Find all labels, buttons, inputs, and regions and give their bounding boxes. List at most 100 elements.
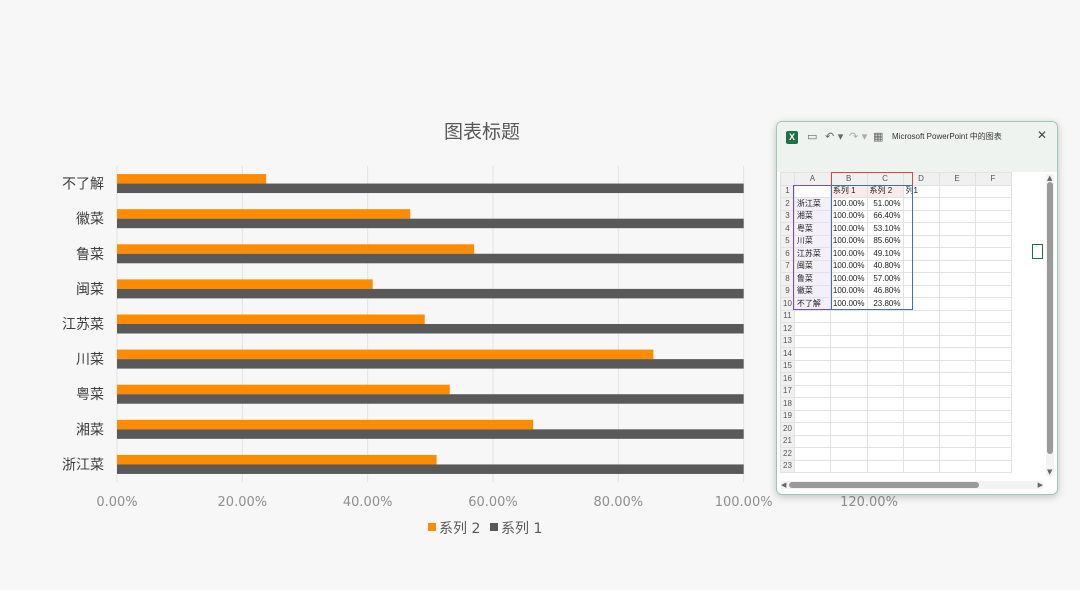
spreadsheet-cell[interactable]: 100.00% [829,222,868,236]
bar-series2[interactable] [117,244,475,254]
spreadsheet-cell[interactable] [974,397,1012,411]
spreadsheet-cell[interactable] [902,347,940,361]
bar-series2[interactable] [117,279,373,289]
spreadsheet-cell[interactable] [974,209,1012,223]
spreadsheet-cell[interactable] [938,322,976,336]
column-header[interactable]: C [866,172,904,186]
spreadsheet-cell[interactable] [902,247,940,261]
spreadsheet-cell[interactable] [829,447,868,461]
spreadsheet-cell[interactable]: 100.00% [829,284,868,298]
spreadsheet-cell[interactable] [902,309,940,323]
spreadsheet-cell[interactable] [938,459,976,473]
row-header[interactable]: 4 [780,222,795,236]
spreadsheet-cell[interactable] [793,184,831,198]
spreadsheet-cell[interactable] [793,397,831,411]
row-header[interactable]: 21 [780,434,795,448]
bar-series1[interactable] [117,288,744,299]
row-header[interactable]: 13 [780,334,795,348]
spreadsheet-cell[interactable]: 53.10% [866,222,904,236]
row-header[interactable]: 2 [780,197,795,211]
spreadsheet-table[interactable]: ABCDEF 1 系列 1 系列 2 列1 2 浙江菜 100.00% 51.00% 3 湘菜 10… [780,172,1012,473]
excel-data-window[interactable]: X ▭ ↶ ▾ ↷ ▾ ▦ Microsoft PowerPoint 中的图表 … [776,121,1058,495]
bar-series1[interactable] [117,324,744,334]
column-header[interactable]: E [938,172,976,186]
spreadsheet-cell[interactable] [938,384,976,398]
row-header[interactable]: 15 [780,359,795,373]
spreadsheet-cell[interactable] [829,409,868,423]
spreadsheet-cell[interactable] [938,397,976,411]
spreadsheet-cell[interactable] [866,422,904,436]
spreadsheet-cell[interactable] [793,322,831,336]
row-header[interactable]: 16 [780,372,795,386]
spreadsheet-cell[interactable] [902,322,940,336]
column-header[interactable]: B [829,172,868,186]
spreadsheet-cell[interactable] [974,247,1012,261]
spreadsheet-cell[interactable] [974,422,1012,436]
spreadsheet-cell[interactable] [902,359,940,373]
spreadsheet-cell[interactable]: 100.00% [829,209,868,223]
bar-series2[interactable] [117,349,654,360]
spreadsheet-cell[interactable] [938,334,976,348]
spreadsheet-cell[interactable] [974,434,1012,448]
bar-series1[interactable] [117,359,744,369]
spreadsheet-cell[interactable] [902,459,940,473]
row-header[interactable]: 22 [780,447,795,461]
spreadsheet-cell[interactable]: 不了解 [793,297,831,311]
spreadsheet-cell[interactable] [902,197,940,211]
spreadsheet-cell[interactable]: 100.00% [829,297,868,311]
row-header[interactable]: 7 [780,259,795,273]
spreadsheet-cell[interactable] [974,272,1012,286]
scroll-up-icon[interactable]: ▲ [1047,174,1052,182]
spreadsheet-cell[interactable] [938,447,976,461]
spreadsheet-cell[interactable] [938,297,976,311]
spreadsheet-cell[interactable]: 100.00% [829,259,868,273]
spreadsheet-cell[interactable] [974,184,1012,198]
spreadsheet-cell[interactable] [938,234,976,248]
spreadsheet-cell[interactable] [793,309,831,323]
spreadsheet-cell[interactable]: 40.80% [866,259,904,273]
spreadsheet-cell[interactable] [866,309,904,323]
spreadsheet-cell[interactable] [902,447,940,461]
column-header[interactable]: D [902,172,940,186]
spreadsheet-cell[interactable] [974,347,1012,361]
spreadsheet-cell[interactable] [793,409,831,423]
spreadsheet-cell[interactable] [829,397,868,411]
bar-series2[interactable] [117,384,450,395]
spreadsheet-grid[interactable]: ABCDEF 1 系列 1 系列 2 列1 2 浙江菜 100.00% 51.00% 3 湘菜 10… [780,172,1012,473]
row-header[interactable]: 19 [780,409,795,423]
spreadsheet-cell[interactable]: 57.00% [866,272,904,286]
spreadsheet-cell[interactable] [902,372,940,386]
row-header[interactable]: 1 [780,184,795,198]
spreadsheet-cell[interactable] [938,184,976,198]
spreadsheet-cell[interactable] [938,372,976,386]
row-header[interactable]: 3 [780,209,795,223]
row-header[interactable]: 23 [780,459,795,473]
spreadsheet-cell[interactable]: 粤菜 [793,222,831,236]
spreadsheet-cell[interactable]: 49.10% [866,247,904,261]
spreadsheet-cell[interactable] [938,347,976,361]
scroll-left-icon[interactable]: ◀ [781,481,786,489]
spreadsheet-cell[interactable] [866,384,904,398]
spreadsheet-cell[interactable] [938,272,976,286]
vertical-scrollbar[interactable]: ▲ ▼ [1046,174,1054,476]
spreadsheet-cell[interactable] [938,259,976,273]
spreadsheet-cell[interactable]: 系列 2 [866,184,904,198]
spreadsheet-cell[interactable] [793,447,831,461]
spreadsheet-cell[interactable] [902,222,940,236]
spreadsheet-cell[interactable] [974,259,1012,273]
spreadsheet-cell[interactable] [793,434,831,448]
spreadsheet-cell[interactable] [829,322,868,336]
spreadsheet-cell[interactable] [902,334,940,348]
spreadsheet-cell[interactable] [902,409,940,423]
spreadsheet-cell[interactable] [793,384,831,398]
spreadsheet-cell[interactable] [793,334,831,348]
row-header[interactable]: 20 [780,422,795,436]
spreadsheet-cell[interactable]: 川菜 [793,234,831,248]
spreadsheet-cell[interactable] [866,397,904,411]
spreadsheet-cell[interactable] [938,309,976,323]
spreadsheet-cell[interactable]: 23.80% [866,297,904,311]
spreadsheet-cell[interactable]: 100.00% [829,234,868,248]
spreadsheet-cell[interactable] [902,209,940,223]
spreadsheet-cell[interactable] [866,447,904,461]
spreadsheet-cell[interactable] [866,459,904,473]
